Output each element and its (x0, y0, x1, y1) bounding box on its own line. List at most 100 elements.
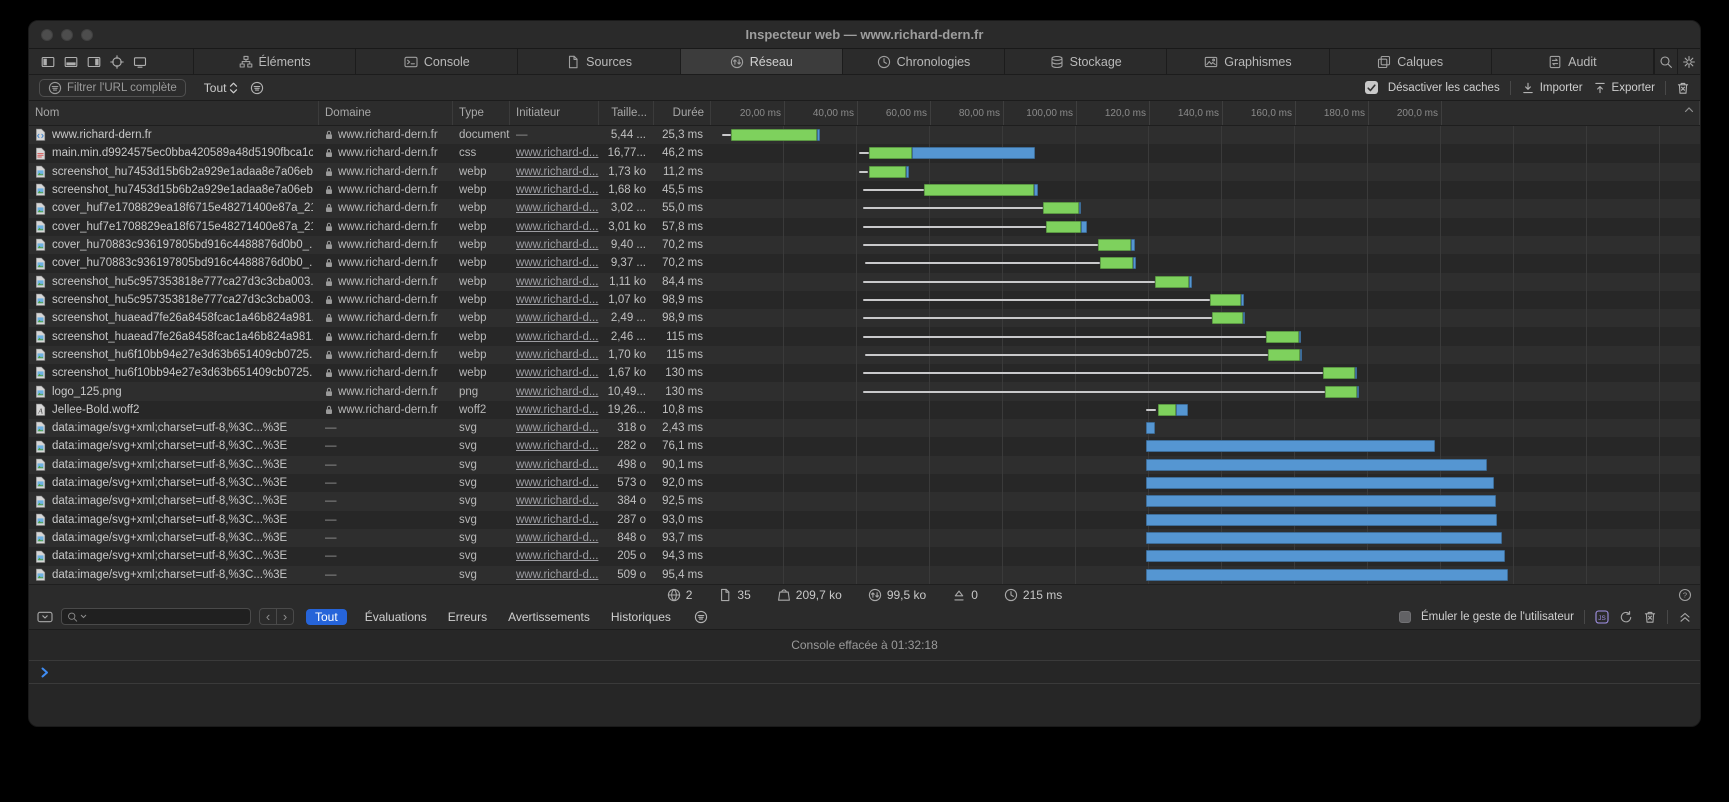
waterfall-cell[interactable] (711, 199, 1700, 217)
device-icon[interactable] (133, 55, 147, 69)
waterfall-cell[interactable] (711, 218, 1700, 236)
column-header-type[interactable]: Type (453, 101, 510, 125)
console-filter-évaluations[interactable]: Évaluations (362, 609, 430, 625)
resource-initiator-link[interactable]: www.richard-d... (516, 367, 598, 379)
waterfall-cell[interactable] (711, 401, 1700, 419)
waterfall-cell[interactable] (711, 327, 1700, 345)
resource-initiator-link[interactable]: www.richard-d... (516, 477, 598, 489)
column-header-domain[interactable]: Domaine (319, 101, 453, 125)
collapse-console-icon[interactable] (1678, 610, 1692, 624)
tab-sources[interactable]: Sources (518, 49, 680, 74)
next-result-button[interactable]: › (276, 608, 294, 625)
waterfall-cell[interactable] (711, 382, 1700, 400)
table-row[interactable]: data:image/svg+xml;charset=utf-8,%3C...%… (29, 492, 1700, 510)
table-row[interactable]: data:image/svg+xml;charset=utf-8,%3C...%… (29, 456, 1700, 474)
column-header-size[interactable]: Taille... (599, 101, 654, 125)
resource-initiator-link[interactable]: www.richard-d... (516, 459, 598, 471)
console-filter-historiques[interactable]: Historiques (608, 609, 674, 625)
element-picker-icon[interactable] (110, 55, 124, 69)
resource-initiator-link[interactable]: www.richard-d... (516, 569, 598, 581)
dock-right-icon[interactable] (87, 55, 101, 69)
waterfall-cell[interactable] (711, 437, 1700, 455)
resource-initiator-link[interactable]: www.richard-d... (516, 294, 598, 306)
table-row[interactable]: screenshot_hu7453d15b6b2a929e1adaa8e7a06… (29, 181, 1700, 199)
console-prompt[interactable] (29, 661, 1700, 684)
clear-console-button[interactable] (1643, 610, 1657, 624)
resource-initiator-link[interactable]: www.richard-d... (516, 331, 598, 343)
resource-initiator-link[interactable]: www.richard-d... (516, 404, 598, 416)
settings-button[interactable] (1677, 49, 1700, 74)
tab-audit[interactable]: Audit (1492, 49, 1654, 74)
table-row[interactable]: data:image/svg+xml;charset=utf-8,%3C...%… (29, 547, 1700, 565)
help-button[interactable]: ? (1678, 588, 1692, 602)
table-row[interactable]: data:image/svg+xml;charset=utf-8,%3C...%… (29, 511, 1700, 529)
table-row[interactable]: screenshot_hu5c957353818e777ca27d3c3cba0… (29, 273, 1700, 291)
tab-chronologies[interactable]: Chronologies (843, 49, 1005, 74)
waterfall-cell[interactable] (711, 181, 1700, 199)
emulate-user-gesture-checkbox[interactable] (1399, 611, 1411, 623)
console-filter-avertissements[interactable]: Avertissements (505, 609, 593, 625)
resource-initiator-link[interactable]: www.richard-d... (516, 202, 598, 214)
waterfall-cell[interactable] (711, 291, 1700, 309)
dock-bottom-icon[interactable] (64, 55, 78, 69)
waterfall-cell[interactable] (711, 236, 1700, 254)
resource-initiator-link[interactable]: www.richard-d... (516, 276, 598, 288)
table-row[interactable]: logo_125.pngwww.richard-dern.frpngwww.ri… (29, 382, 1700, 400)
resource-initiator-link[interactable]: www.richard-d... (516, 166, 598, 178)
resource-initiator-link[interactable]: www.richard-d... (516, 440, 598, 452)
search-button[interactable] (1654, 49, 1677, 74)
table-row[interactable]: cover_huf7e1708829ea18f6715e48271400e87a… (29, 218, 1700, 236)
export-button[interactable]: Exporter (1593, 81, 1655, 95)
table-row[interactable]: main.min.d9924575ec0bba420589a48d5190fbc… (29, 144, 1700, 162)
console-scope-button[interactable] (37, 610, 53, 624)
table-row[interactable]: data:image/svg+xml;charset=utf-8,%3C...%… (29, 566, 1700, 584)
previous-result-button[interactable]: ‹ (259, 608, 277, 625)
waterfall-cell[interactable] (711, 419, 1700, 437)
resource-type-select[interactable]: Tout (204, 81, 239, 95)
table-row[interactable]: screenshot_huaead7fe26a8458fcac1a46b824a… (29, 327, 1700, 345)
waterfall-cell[interactable] (711, 309, 1700, 327)
resource-initiator-link[interactable]: www.richard-d... (516, 349, 598, 361)
table-row[interactable]: data:image/svg+xml;charset=utf-8,%3C...%… (29, 419, 1700, 437)
javascript-context-button[interactable]: JS (1595, 610, 1609, 624)
waterfall-cell[interactable] (711, 511, 1700, 529)
table-row[interactable]: data:image/svg+xml;charset=utf-8,%3C...%… (29, 529, 1700, 547)
waterfall-cell[interactable] (711, 529, 1700, 547)
table-row[interactable]: screenshot_hu5c957353818e777ca27d3c3cba0… (29, 291, 1700, 309)
resource-initiator-link[interactable]: www.richard-d... (516, 550, 598, 562)
waterfall-cell[interactable] (711, 456, 1700, 474)
table-row[interactable]: data:image/svg+xml;charset=utf-8,%3C...%… (29, 437, 1700, 455)
resource-initiator-link[interactable]: www.richard-d... (516, 239, 598, 251)
resource-initiator-link[interactable]: www.richard-d... (516, 386, 598, 398)
table-row[interactable]: screenshot_hu7453d15b6b2a929e1adaa8e7a06… (29, 163, 1700, 181)
table-row[interactable]: data:image/svg+xml;charset=utf-8,%3C...%… (29, 474, 1700, 492)
waterfall-cell[interactable] (711, 547, 1700, 565)
tab-graphismes[interactable]: Graphismes (1167, 49, 1329, 74)
waterfall-cell[interactable] (711, 273, 1700, 291)
resource-initiator-link[interactable]: www.richard-d... (516, 221, 598, 233)
table-row[interactable]: screenshot_hu6f10bb94e27e3d63b651409cb07… (29, 346, 1700, 364)
column-header-name[interactable]: Nom (29, 101, 319, 125)
waterfall-cell[interactable] (711, 126, 1700, 144)
waterfall-cell[interactable] (711, 254, 1700, 272)
tab-console[interactable]: Console (356, 49, 518, 74)
waterfall-cell[interactable] (711, 346, 1700, 364)
column-header-initiator[interactable]: Initiateur (510, 101, 599, 125)
table-row[interactable]: screenshot_hu6f10bb94e27e3d63b651409cb07… (29, 364, 1700, 382)
resource-initiator-link[interactable]: www.richard-d... (516, 532, 598, 544)
resource-initiator-link[interactable]: www.richard-d... (516, 422, 598, 434)
waterfall-cell[interactable] (711, 364, 1700, 382)
resource-initiator-link[interactable]: www.richard-d... (516, 495, 598, 507)
console-filter-erreurs[interactable]: Erreurs (445, 609, 490, 625)
disable-caches-checkbox[interactable] (1365, 81, 1378, 94)
resource-initiator-link[interactable]: www.richard-d... (516, 312, 598, 324)
clear-network-items-button[interactable] (1676, 81, 1690, 95)
column-header-duration[interactable]: Durée (654, 101, 711, 125)
console-filter-options-button[interactable] (694, 610, 708, 624)
resource-initiator-link[interactable]: www.richard-d... (516, 147, 598, 159)
console-filter-tout[interactable]: Tout (306, 609, 347, 625)
waterfall-cell[interactable] (711, 566, 1700, 584)
console-search-field[interactable] (61, 608, 251, 625)
waterfall-cell[interactable] (711, 163, 1700, 181)
table-row[interactable]: cover_huf7e1708829ea18f6715e48271400e87a… (29, 199, 1700, 217)
